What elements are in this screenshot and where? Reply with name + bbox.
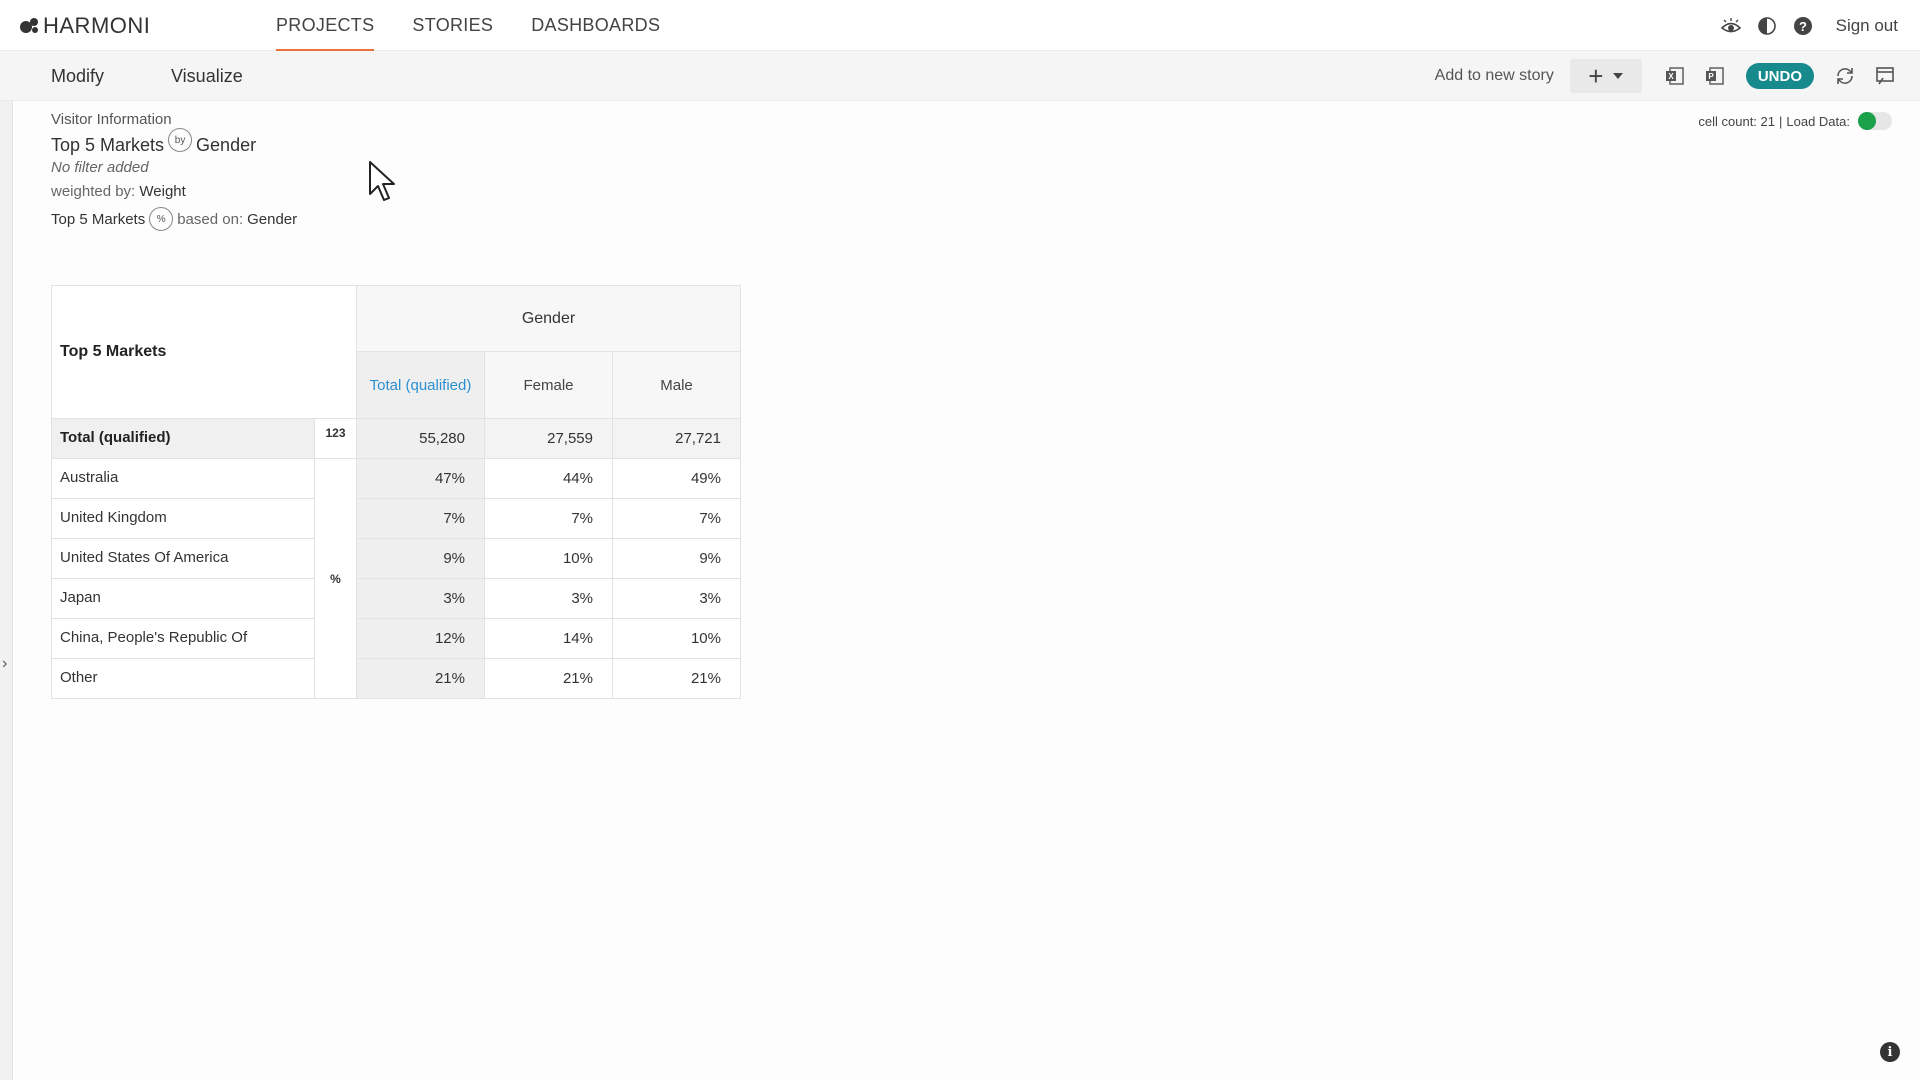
column-variable-header[interactable]: Gender bbox=[356, 285, 741, 352]
table-row: Japan 3% 3% 3% bbox=[51, 578, 741, 619]
table-cell: 27,559 bbox=[484, 418, 613, 459]
add-to-story-label[interactable]: Add to new story bbox=[1435, 67, 1554, 85]
row-label[interactable]: United Kingdom bbox=[51, 498, 315, 539]
toolbar-actions: Add to new story + X P UNDO bbox=[1435, 51, 1900, 101]
mouse-cursor-icon bbox=[369, 161, 395, 201]
table-cell: 7% bbox=[484, 498, 613, 539]
table-cell: 44% bbox=[484, 458, 613, 499]
eye-icon[interactable] bbox=[1720, 15, 1742, 37]
filter-status: No filter added bbox=[51, 159, 149, 176]
weight-info: weighted by: Weight bbox=[51, 183, 186, 200]
excel-export-icon[interactable]: X bbox=[1660, 61, 1690, 91]
sign-out-link[interactable]: Sign out bbox=[1836, 16, 1898, 36]
toolbar: Modify Visualize Add to new story + X P … bbox=[0, 51, 1920, 101]
table-cell: 10% bbox=[612, 618, 741, 659]
add-to-story-dropdown[interactable]: + bbox=[1569, 59, 1642, 93]
table-row: Australia % 47% 44% 49% bbox=[51, 458, 741, 699]
logo-mark-icon bbox=[20, 17, 40, 35]
logo-text: HARMONI bbox=[43, 13, 151, 38]
pct-row-variable: Top 5 Markets bbox=[51, 210, 146, 228]
nav-projects[interactable]: PROJECTS bbox=[276, 0, 375, 51]
based-on-label: based on: bbox=[177, 210, 244, 228]
table-row: United Kingdom 7% 7% 7% bbox=[51, 498, 741, 539]
percent-stat-label: % bbox=[314, 458, 357, 699]
nav-dashboards[interactable]: DASHBOARDS bbox=[531, 0, 660, 51]
svg-text:P: P bbox=[1708, 72, 1714, 81]
table-cell: 9% bbox=[356, 538, 485, 579]
status-separator: | bbox=[1779, 113, 1783, 129]
info-icon[interactable]: i bbox=[1880, 1042, 1900, 1062]
top-navbar: HARMONI PROJECTS STORIES DASHBOARDS ? Si… bbox=[0, 0, 1920, 51]
row-label[interactable]: United States Of America bbox=[51, 538, 315, 579]
powerpoint-export-icon[interactable]: P bbox=[1700, 61, 1730, 91]
percent-base-info: Top 5 Markets % based on: Gender bbox=[51, 207, 297, 231]
plus-icon: + bbox=[1588, 60, 1604, 91]
table-row-total: Total (qualified) 123 55,280 27,559 27,7… bbox=[51, 418, 741, 459]
harmoni-logo[interactable]: HARMONI bbox=[20, 13, 151, 38]
table-cell: 7% bbox=[356, 498, 485, 539]
table-cell: 21% bbox=[484, 658, 613, 699]
svg-text:X: X bbox=[1668, 72, 1674, 81]
table-cell: 27,721 bbox=[612, 418, 741, 459]
table-row: Other 21% 21% 21% bbox=[51, 658, 741, 699]
row-label[interactable]: Other bbox=[51, 658, 315, 699]
svg-text:?: ? bbox=[1799, 19, 1807, 34]
crosstab-table: Top 5 Markets Gender Total (qualified) F… bbox=[51, 285, 741, 699]
top-right-actions: ? Sign out bbox=[1720, 0, 1898, 51]
table-cell: 10% bbox=[484, 538, 613, 579]
data-source-label: Visitor Information bbox=[51, 111, 172, 128]
table-cell: 3% bbox=[484, 578, 613, 619]
main-nav: PROJECTS STORIES DASHBOARDS bbox=[276, 0, 698, 51]
chevron-down-icon bbox=[1613, 73, 1624, 79]
title-row-variable[interactable]: Top 5 Markets bbox=[51, 135, 164, 156]
table-cell: 55,280 bbox=[356, 418, 485, 459]
table-cell: 12% bbox=[356, 618, 485, 659]
tab-visualize[interactable]: Visualize bbox=[171, 51, 243, 101]
percent-icon: % bbox=[149, 207, 174, 231]
load-data-label: Load Data: bbox=[1786, 113, 1850, 129]
cell-count-status: cell count: 21 | Load Data: bbox=[1698, 112, 1892, 130]
refresh-icon[interactable] bbox=[1830, 61, 1860, 91]
table-cell: 14% bbox=[484, 618, 613, 659]
undo-button[interactable]: UNDO bbox=[1745, 63, 1814, 89]
cell-count: cell count: 21 bbox=[1698, 113, 1775, 129]
count-stat-label: 123 bbox=[314, 418, 357, 459]
load-data-toggle[interactable] bbox=[1858, 112, 1892, 130]
toggle-knob bbox=[1858, 112, 1876, 130]
nav-stories[interactable]: STORIES bbox=[412, 0, 493, 51]
title-col-variable[interactable]: Gender bbox=[196, 135, 256, 156]
row-variable-header[interactable]: Top 5 Markets bbox=[51, 285, 357, 419]
weight-variable[interactable]: Weight bbox=[139, 183, 185, 200]
help-icon[interactable]: ? bbox=[1792, 15, 1814, 37]
col-header-female[interactable]: Female bbox=[484, 351, 613, 419]
table-cell: 49% bbox=[612, 458, 741, 499]
contrast-icon[interactable] bbox=[1756, 15, 1778, 37]
by-icon: by bbox=[168, 128, 193, 152]
table-row: China, People's Republic Of 12% 14% 10% bbox=[51, 618, 741, 659]
based-on-variable: Gender bbox=[247, 210, 298, 228]
table-cell: 3% bbox=[612, 578, 741, 619]
table-cell: 7% bbox=[612, 498, 741, 539]
window-icon[interactable] bbox=[1870, 61, 1900, 91]
row-label[interactable]: China, People's Republic Of bbox=[51, 618, 315, 659]
left-side-panel[interactable]: › bbox=[0, 101, 13, 1080]
chevron-right-icon[interactable]: › bbox=[2, 655, 7, 673]
tab-modify[interactable]: Modify bbox=[51, 51, 104, 101]
table-cell: 47% bbox=[356, 458, 485, 499]
weighted-by-label: weighted by: bbox=[51, 183, 136, 200]
row-label[interactable]: Australia bbox=[51, 458, 315, 499]
table-cell: 21% bbox=[356, 658, 485, 699]
table-cell: 3% bbox=[356, 578, 485, 619]
table-title: Top 5 Markets by Gender bbox=[51, 128, 256, 157]
table-cell: 9% bbox=[612, 538, 741, 579]
col-header-male[interactable]: Male bbox=[612, 351, 741, 419]
table-row: United States Of America 9% 10% 9% bbox=[51, 538, 741, 579]
row-label[interactable]: Total (qualified) bbox=[51, 418, 315, 459]
col-header-total[interactable]: Total (qualified) bbox=[356, 351, 485, 419]
row-label[interactable]: Japan bbox=[51, 578, 315, 619]
table-cell: 21% bbox=[612, 658, 741, 699]
